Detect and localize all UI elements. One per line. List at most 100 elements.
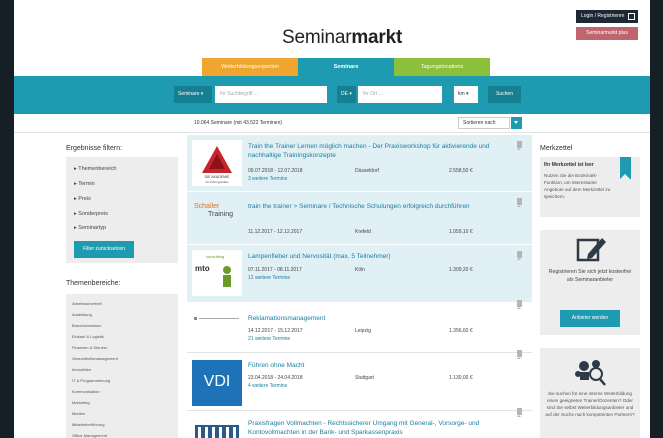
theme-item[interactable]: Einkauf & Logistik: [72, 334, 104, 339]
provider-logo: [192, 309, 242, 320]
result-location: Leipzig: [355, 328, 371, 334]
theme-item[interactable]: Marketing: [72, 400, 90, 405]
filter-item-sonderpreis[interactable]: ▸ Sonderpreis: [74, 211, 108, 217]
result-location: Köln: [355, 267, 366, 273]
reset-filters-button[interactable]: Filter zurücksetzen: [74, 241, 134, 258]
radius-select[interactable]: km ▾: [454, 86, 478, 103]
tab-seminare[interactable]: Seminare: [298, 58, 394, 76]
city-input[interactable]: Ihr Ort ...: [358, 86, 442, 103]
result-price: 1.309,20 €: [449, 267, 473, 273]
result-row[interactable]: VDI Führen ohne Macht 23.04.2018 - 24.04…: [187, 350, 532, 411]
logo-subtext: für Führungskräfte: [205, 180, 229, 184]
result-date: 11.12.2017 - 12.12.2017: [248, 229, 303, 235]
filter-label: Themenbereich: [78, 166, 117, 172]
results-count: 10.064 Seminare (mit 43.522 Terminen): [194, 120, 283, 126]
seminarmarkt-plus-button[interactable]: Seminarmarkt plus: [576, 27, 638, 40]
provider-register-text: Registrieren Sie sich jetzt kostenfrei a…: [548, 269, 632, 283]
result-title[interactable]: Reklamationsmanagement: [248, 314, 516, 323]
login-icon: [628, 13, 635, 20]
result-row[interactable]: consulting mto Lampenfieber und Nervosit…: [187, 245, 532, 303]
theme-item[interactable]: IT & Programmierung: [72, 378, 110, 383]
theme-item[interactable]: Medien: [72, 411, 85, 416]
themes-panel: Arbeitssicherheit Ausbildung Branchenwis…: [66, 294, 178, 438]
filter-label: Sonderpreis: [78, 211, 108, 217]
bookmark-icon[interactable]: [517, 408, 522, 415]
search-bar: Seminare ▾ Ihr Suchbegriff ... DE ▾ Ihr …: [14, 76, 650, 114]
more-dates-link[interactable]: 4 weitere Termine: [248, 383, 287, 389]
theme-item[interactable]: Branchenwissen: [72, 323, 101, 328]
tab-tagungslocations[interactable]: Tagungslocations: [394, 58, 490, 76]
divider: [14, 132, 650, 133]
provider-logo: consulting mto: [192, 250, 242, 296]
result-date: 07.11.2017 - 08.11.2017: [248, 267, 302, 273]
more-dates-link[interactable]: 21 weitere Termine: [248, 336, 290, 342]
more-dates-link[interactable]: 12 weitere Termine: [248, 275, 290, 281]
page: Login / Registrieren Seminarmarkt plus S…: [14, 0, 650, 438]
result-title[interactable]: Führen ohne Macht: [248, 361, 516, 370]
theme-item[interactable]: Immobilien: [72, 367, 91, 372]
people-network-icon: [575, 360, 606, 386]
logo-part-bold: markt: [351, 27, 403, 48]
theme-item[interactable]: Mitarbeiterführung: [72, 422, 104, 427]
result-row[interactable]: Schaller Training train the trainer > Se…: [187, 192, 532, 245]
result-price: 1.059,10 €: [449, 229, 473, 235]
filter-label: Termin: [78, 181, 95, 187]
result-location: Düsseldorf: [355, 168, 379, 174]
search-type-select[interactable]: Seminare ▾: [174, 86, 212, 103]
logo-text: DIE AKADEMIE: [204, 175, 230, 179]
bookmark-icon[interactable]: [517, 300, 522, 307]
theme-item[interactable]: Ausbildung: [72, 312, 92, 317]
bookmark-icon[interactable]: [517, 198, 522, 205]
sort-select[interactable]: Sortieren nach: [458, 117, 510, 129]
results-list: DIE AKADEMIE für Führungskräfte Train th…: [187, 135, 532, 438]
more-dates-link[interactable]: 3 weitere Termine: [248, 176, 287, 182]
result-row[interactable]: Reklamationsmanagement 14.12.2017 - 15.1…: [187, 300, 532, 353]
result-date: 23.04.2018 - 24.04.2018: [248, 375, 303, 381]
bookmark-icon[interactable]: [517, 141, 522, 148]
theme-item[interactable]: Gesundheitsmanagement: [72, 356, 118, 361]
logo-text: Schaller: [194, 203, 220, 210]
result-title[interactable]: train the trainer > Seminare / Technisch…: [248, 202, 516, 211]
site-logo[interactable]: Seminarmarkt: [282, 27, 402, 49]
filter-item-seminartyp[interactable]: ▸ Seminartyp: [74, 225, 106, 231]
merkzettel-panel: Ihr Merkzettel ist leer Nutzen Sie die B…: [540, 157, 640, 217]
filter-item-themenbereich[interactable]: ▸ Themenbereich: [74, 166, 116, 172]
login-register-button[interactable]: Login / Registrieren: [576, 10, 638, 23]
theme-item[interactable]: Arbeitssicherheit: [72, 301, 102, 306]
result-row[interactable]: Praxisfragen Vollmachten - Rechtssichere…: [187, 408, 532, 438]
person-figure-icon: [223, 266, 231, 287]
keyword-input[interactable]: Ihr Suchbegriff ...: [215, 86, 327, 103]
provider-wordmark-icon: [194, 317, 239, 320]
filter-item-preis[interactable]: ▸ Preis: [74, 196, 91, 202]
bookmark-icon[interactable]: [517, 350, 522, 357]
result-title[interactable]: Praxisfragen Vollmachten - Rechtssichere…: [248, 419, 516, 437]
provider-logo: Schaller Training: [192, 195, 242, 241]
result-row[interactable]: DIE AKADEMIE für Führungskräfte Train th…: [187, 135, 532, 192]
result-price: 2.558,50 €: [449, 168, 473, 174]
filter-item-termin[interactable]: ▸ Termin: [74, 181, 95, 187]
login-label: Login / Registrieren: [581, 13, 625, 19]
filter-label: Seminartyp: [78, 225, 107, 231]
tab-weiterbildungsexperten[interactable]: Weiterbildungsexperten: [202, 58, 298, 76]
edit-pencil-icon: [576, 238, 606, 262]
trainer-search-panel: Sie suchen für eine interne Weiterbildun…: [540, 348, 640, 438]
sort-dropdown-icon[interactable]: [511, 117, 522, 129]
theme-item[interactable]: Kommunikation: [72, 389, 100, 394]
search-button[interactable]: Suchen: [488, 86, 521, 103]
become-provider-button[interactable]: Anbieter werden: [560, 310, 620, 327]
theme-item[interactable]: Finanzen & Steuern: [72, 345, 107, 350]
filter-label: Preis: [78, 196, 91, 202]
result-title[interactable]: Lampenfieber und Nervosität (max. 5 Teil…: [248, 252, 516, 261]
logo-part-regular: Seminar: [282, 27, 352, 48]
bookmark-icon[interactable]: [517, 251, 522, 258]
result-location: Stuttgart: [355, 375, 374, 381]
result-title[interactable]: Train the Trainer Lernen möglich machen …: [248, 142, 516, 160]
country-select[interactable]: DE ▾: [337, 86, 356, 103]
theme-item[interactable]: Office-Management: [72, 433, 107, 438]
provider-logo: [192, 419, 242, 438]
result-date: 14.12.2017 - 15.12.2017: [248, 328, 303, 334]
bookmark-flag-icon: [620, 157, 631, 179]
themes-title: Themenbereiche:: [66, 280, 121, 287]
filter-panel: ▸ Themenbereich ▸ Termin ▸ Preis ▸ Sonde…: [66, 157, 178, 263]
provider-register-panel: Registrieren Sie sich jetzt kostenfrei a…: [540, 230, 640, 335]
